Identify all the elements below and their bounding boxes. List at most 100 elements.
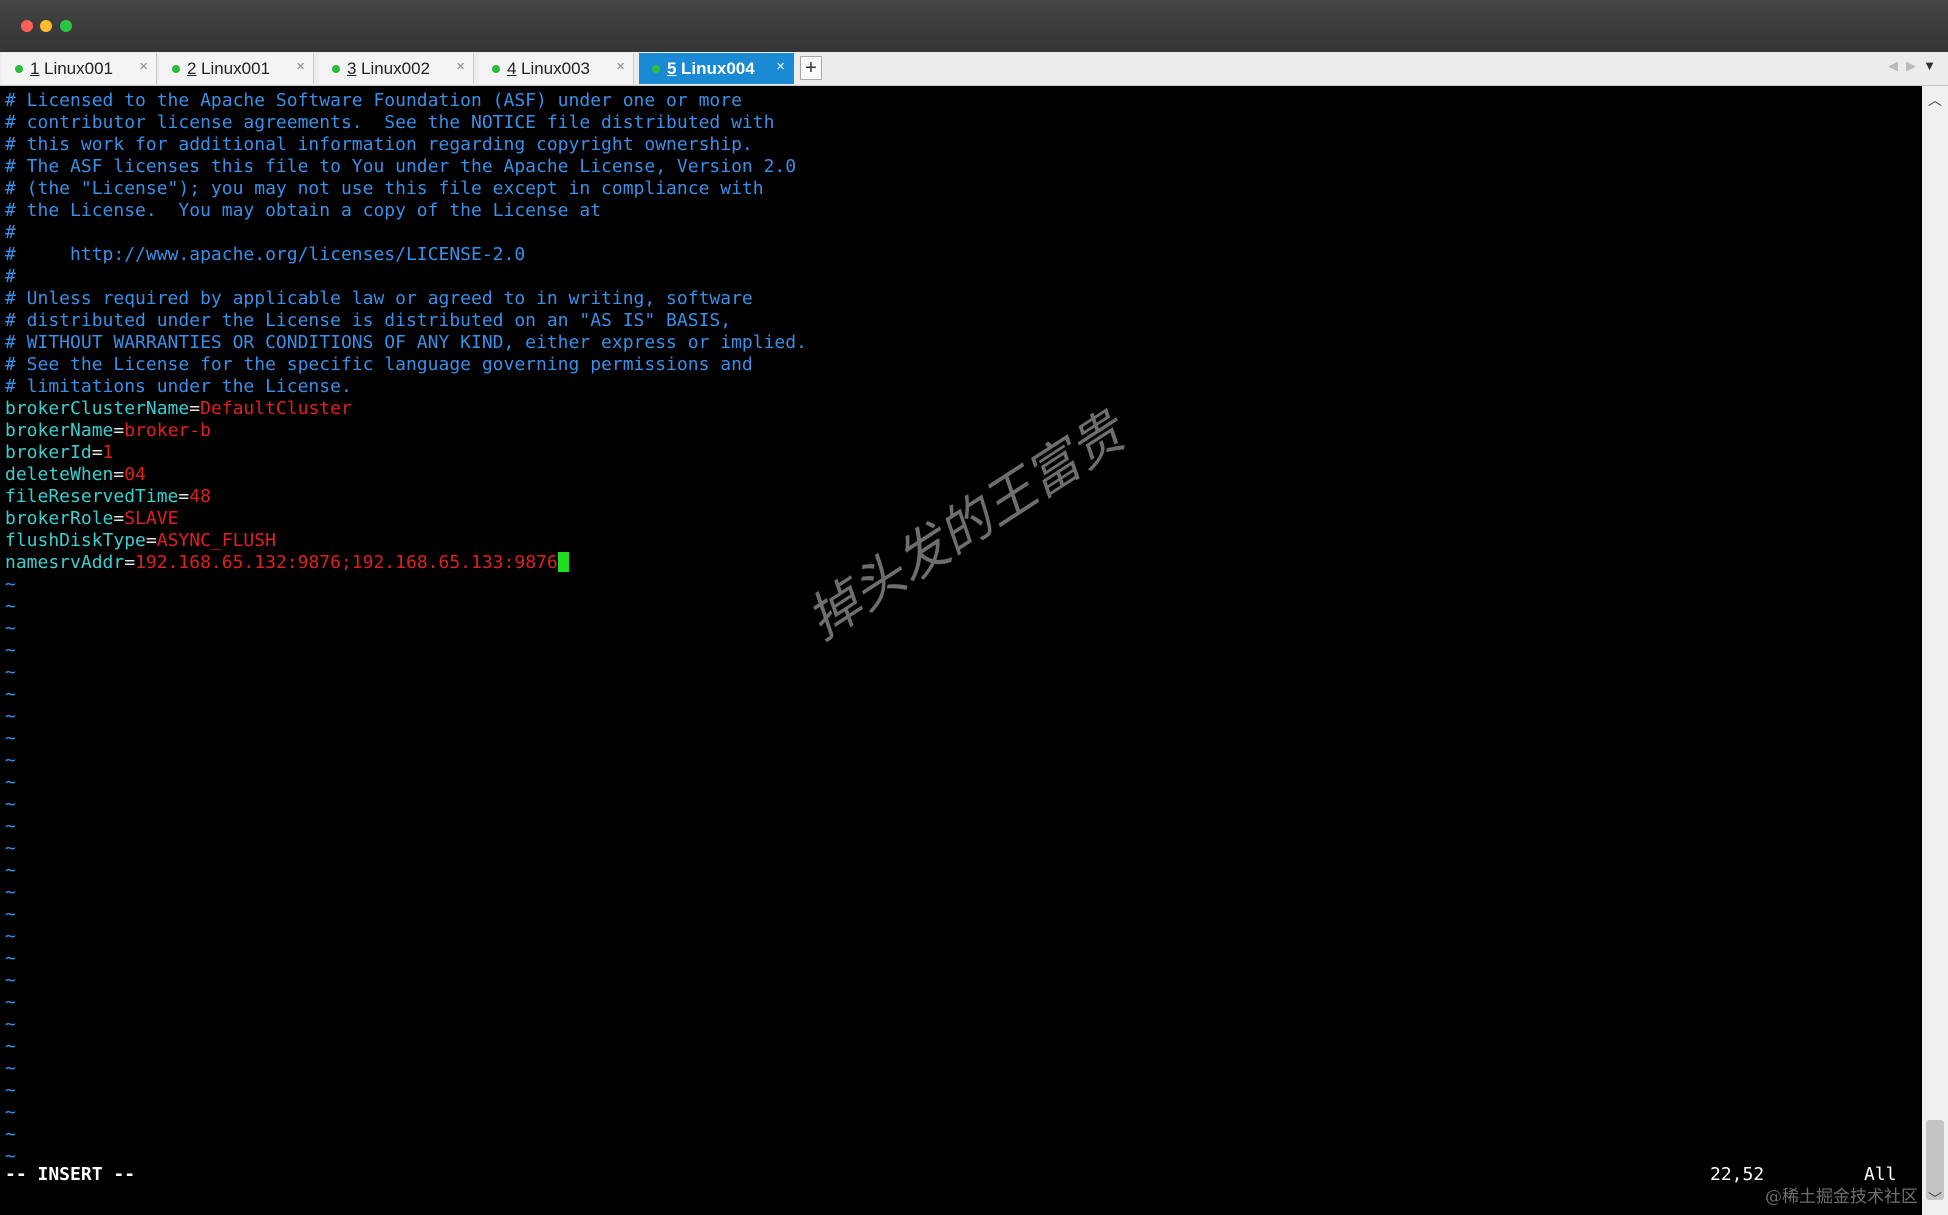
zoom-window-button[interactable] [60, 20, 72, 32]
connected-status-icon [15, 65, 23, 73]
terminal-content[interactable]: # Licensed to the Apache Software Founda… [0, 86, 1922, 1215]
tab-label: Linux001 [44, 59, 114, 78]
tab-bar: 1 Linux001 × 2 Linux001 × 3 Linux002 × 4… [0, 52, 1948, 86]
close-tab-icon[interactable]: × [296, 58, 305, 75]
tab-label: Linux004 [681, 59, 755, 78]
comment-line: # Unless required by applicable law or a… [5, 288, 753, 309]
config-line-broker-id: brokerId=1 [5, 442, 114, 463]
minimize-window-button[interactable] [40, 20, 52, 32]
empty-line-tilde: ~ [5, 596, 16, 617]
empty-line-tilde: ~ [5, 948, 16, 969]
vertical-scrollbar[interactable]: ︿ ﹀ [1922, 86, 1948, 1215]
tab-number: 4 [507, 59, 517, 78]
empty-line-tilde: ~ [5, 926, 16, 947]
config-line-broker-role: brokerRole=SLAVE [5, 508, 179, 529]
close-tab-icon[interactable]: × [139, 58, 148, 75]
tab-list-dropdown-icon[interactable]: ▼ [1923, 58, 1936, 73]
empty-line-tilde: ~ [5, 860, 16, 881]
empty-line-tilde: ~ [5, 816, 16, 837]
comment-line: # limitations under the License. [5, 376, 352, 397]
scroll-down-icon[interactable]: ﹀ [1928, 1189, 1942, 1209]
vim-status-line: -- INSERT -- 22,52 All [0, 1164, 1922, 1188]
scroll-up-icon[interactable]: ︿ [1928, 90, 1942, 110]
close-tab-icon[interactable]: × [776, 58, 785, 75]
connected-status-icon [492, 65, 500, 73]
scrollbar-thumb[interactable] [1926, 1120, 1944, 1200]
config-line-delete-when: deleteWhen=04 [5, 464, 146, 485]
comment-line: # distributed under the License is distr… [5, 310, 732, 331]
empty-line-tilde: ~ [5, 684, 16, 705]
config-key: namesrvAddr [5, 552, 125, 573]
config-value: 04 [124, 464, 146, 485]
config-key: brokerName [5, 420, 114, 441]
config-line-file-reserved-time: fileReservedTime=48 [5, 486, 211, 507]
comment-line: # http://www.apache.org/licenses/LICENSE… [5, 244, 526, 265]
comment-line: # [5, 266, 16, 287]
config-key: flushDiskType [5, 530, 146, 551]
tab-number: 1 [30, 59, 40, 78]
close-window-button[interactable] [21, 20, 33, 32]
tab-label: Linux003 [521, 59, 591, 78]
empty-line-tilde: ~ [5, 662, 16, 683]
empty-line-tilde: ~ [5, 1058, 16, 1079]
connected-status-icon [172, 65, 180, 73]
tab-scroll-right-icon[interactable]: ▶ [1906, 58, 1916, 74]
comment-line: # [5, 222, 16, 243]
tab-5-active[interactable]: 5 Linux004 × [639, 53, 794, 84]
comment-line: # See the License for the specific langu… [5, 354, 753, 375]
connected-status-icon [652, 65, 660, 73]
new-tab-button[interactable]: + [800, 56, 822, 80]
comment-line: # the License. You may obtain a copy of … [5, 200, 602, 221]
config-line-broker-name: brokerName=broker-b [5, 420, 211, 441]
comment-line: # Licensed to the Apache Software Founda… [5, 90, 742, 111]
empty-line-tilde: ~ [5, 1124, 16, 1145]
config-line-broker-cluster-name: brokerClusterName=DefaultCluster [5, 398, 352, 419]
corner-watermark: @稀土掘金技术社区 [1765, 1187, 1918, 1207]
empty-line-tilde: ~ [5, 750, 16, 771]
config-line-namesrv-addr: namesrvAddr=192.168.65.132:9876;192.168.… [5, 552, 569, 574]
empty-line-tilde: ~ [5, 1102, 16, 1123]
comment-line: # contributor license agreements. See th… [5, 112, 775, 133]
empty-line-tilde: ~ [5, 640, 16, 661]
tab-label: Linux002 [361, 59, 431, 78]
vim-mode-indicator: -- INSERT -- [5, 1164, 136, 1185]
config-key: deleteWhen [5, 464, 114, 485]
empty-line-tilde: ~ [5, 728, 16, 749]
config-value: broker-b [124, 420, 211, 441]
tab-1[interactable]: 1 Linux001 × [2, 53, 157, 84]
empty-line-tilde: ~ [5, 904, 16, 925]
close-tab-icon[interactable]: × [456, 58, 465, 75]
tab-2[interactable]: 2 Linux001 × [159, 53, 314, 84]
comment-line: # The ASF licenses this file to You unde… [5, 156, 797, 177]
config-key: brokerRole [5, 508, 114, 529]
config-value: ASYNC_FLUSH [156, 530, 276, 551]
config-key: brokerId [5, 442, 92, 463]
title-bar [0, 0, 1948, 52]
tab-number: 2 [187, 59, 197, 78]
text-cursor [557, 552, 569, 572]
config-key: fileReservedTime [5, 486, 179, 507]
comment-line: # this work for additional information r… [5, 134, 753, 155]
terminal-window: 1 Linux001 × 2 Linux001 × 3 Linux002 × 4… [0, 0, 1948, 1215]
tab-4[interactable]: 4 Linux003 × [479, 53, 634, 84]
empty-line-tilde: ~ [5, 838, 16, 859]
tab-number: 3 [347, 59, 357, 78]
tab-3[interactable]: 3 Linux002 × [319, 53, 474, 84]
tab-number: 5 [667, 59, 677, 78]
config-value: 192.168.65.132:9876;192.168.65.133:9876 [135, 552, 558, 573]
connected-status-icon [332, 65, 340, 73]
empty-line-tilde: ~ [5, 1014, 16, 1035]
empty-line-tilde: ~ [5, 706, 16, 727]
config-value: 48 [189, 486, 211, 507]
config-value: 1 [102, 442, 114, 463]
empty-line-tilde: ~ [5, 574, 16, 595]
config-value: DefaultCluster [200, 398, 352, 419]
tab-scroll-left-icon[interactable]: ◀ [1888, 58, 1898, 74]
cursor-position: 22,52 [1710, 1164, 1765, 1185]
config-line-flush-disk-type: flushDiskType=ASYNC_FLUSH [5, 530, 276, 551]
empty-line-tilde: ~ [5, 794, 16, 815]
close-tab-icon[interactable]: × [616, 58, 625, 75]
config-key: brokerClusterName [5, 398, 190, 419]
empty-line-tilde: ~ [5, 1036, 16, 1057]
empty-line-tilde: ~ [5, 1080, 16, 1101]
